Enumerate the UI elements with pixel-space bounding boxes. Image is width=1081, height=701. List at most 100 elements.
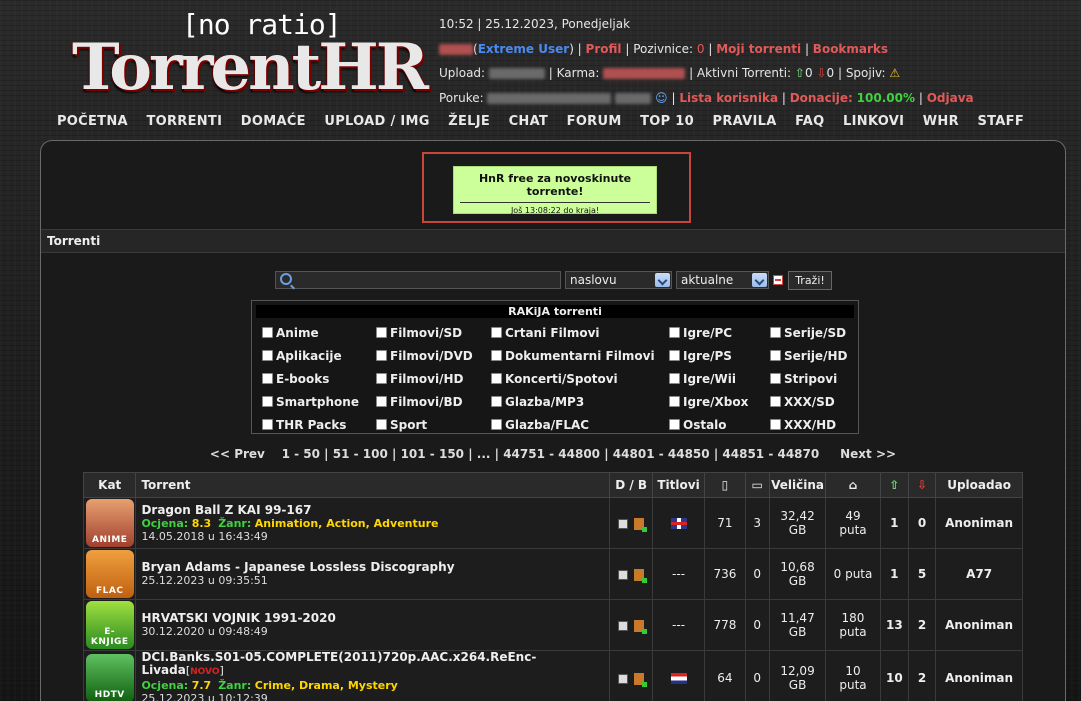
checkbox-icon[interactable] (262, 419, 273, 430)
category-cell[interactable]: FLAC (82, 548, 137, 600)
category-checkbox[interactable]: Dokumentarni Filmovi (491, 349, 655, 363)
nav-zelje[interactable]: ŽELJE (448, 114, 490, 129)
pager-page[interactable]: 44851 - 44870 (722, 447, 819, 461)
category-image[interactable]: ANIME (85, 499, 134, 547)
bookmark-add-icon[interactable] (634, 517, 648, 532)
odjava-link[interactable]: Odjava (927, 91, 974, 105)
category-checkbox[interactable]: Filmovi/DVD (376, 349, 473, 363)
moji-torrenti-link[interactable]: Moji torrenti (716, 42, 801, 56)
category-checkbox[interactable]: Igre/Xbox (669, 395, 748, 409)
category-checkbox[interactable]: THR Packs (262, 418, 346, 432)
category-checkbox[interactable]: Filmovi/HD (376, 372, 464, 386)
uploader[interactable]: A77 (935, 548, 1023, 600)
poruke-redacted-2[interactable] (615, 92, 652, 104)
pager-prev[interactable]: << Prev (210, 447, 265, 461)
category-checkbox[interactable]: Igre/PS (669, 349, 732, 363)
category-cell[interactable]: HDTV (82, 650, 137, 701)
category-checkbox[interactable]: Smartphone (262, 395, 359, 409)
checkbox-icon[interactable] (669, 350, 680, 361)
col-uploadao[interactable]: Uploadao (935, 472, 1023, 498)
site-logo[interactable]: [no ratio] TorrentHR (72, 4, 429, 105)
checkbox-icon[interactable] (669, 327, 680, 338)
files-count[interactable]: 736 (704, 548, 746, 600)
search-field-select[interactable]: naslovu (565, 271, 672, 289)
nav-whr[interactable]: WHR (923, 114, 959, 129)
checkbox-icon[interactable] (491, 350, 502, 361)
col-titlovi[interactable]: Titlovi (651, 472, 706, 498)
nav-chat[interactable]: CHAT (509, 114, 549, 129)
torrent-name-link[interactable]: Dragon Ball Z KAI 99-167 (141, 503, 311, 517)
col-velicina[interactable]: Veličina (768, 472, 827, 498)
category-checkbox[interactable]: Koncerti/Spotovi (491, 372, 618, 386)
files-count[interactable]: 71 (704, 497, 746, 549)
download-icon[interactable] (618, 518, 629, 529)
nav-domace[interactable]: DOMAĆE (241, 114, 306, 129)
col-comments[interactable]: ▭ (744, 472, 770, 498)
nav-pravila[interactable]: PRAVILA (713, 114, 777, 129)
comments-count[interactable]: 0 (744, 548, 770, 600)
category-image[interactable]: E-KNJIGE (85, 601, 134, 649)
category-image[interactable]: HDTV (85, 654, 134, 701)
profil-link[interactable]: Profil (586, 42, 622, 56)
checkbox-icon[interactable] (770, 373, 781, 384)
category-checkbox[interactable]: Filmovi/BD (376, 395, 463, 409)
seeders-count[interactable]: 13 (879, 599, 909, 651)
category-checkbox[interactable]: XXX/SD (770, 395, 835, 409)
files-count[interactable]: 64 (704, 650, 746, 701)
checkbox-icon[interactable] (376, 373, 387, 384)
checkbox-icon[interactable] (770, 419, 781, 430)
nav-faq[interactable]: FAQ (795, 114, 824, 129)
col-torrent[interactable]: Torrent (135, 472, 611, 498)
search-input[interactable] (275, 271, 561, 289)
checkbox-icon[interactable] (376, 419, 387, 430)
karma-redacted[interactable] (603, 68, 686, 79)
pager-page[interactable]: 101 - 150 (401, 447, 464, 461)
category-checkbox[interactable]: Filmovi/SD (376, 326, 462, 340)
checkbox-icon[interactable] (669, 373, 680, 384)
poruke-redacted[interactable] (487, 92, 612, 104)
username-redacted[interactable] (439, 43, 473, 55)
donacije-link[interactable]: Donacije: (790, 91, 853, 105)
category-checkbox[interactable]: XXX/HD (770, 418, 836, 432)
torrent-name-link[interactable]: Bryan Adams - Japanese Lossless Discogra… (141, 560, 454, 574)
leechers-count[interactable]: 2 (907, 599, 937, 651)
category-checkbox[interactable]: Sport (376, 418, 427, 432)
leechers-count[interactable]: 0 (907, 497, 937, 549)
category-cell[interactable]: E-KNJIGE (82, 599, 137, 651)
uploader[interactable]: Anoniman (935, 650, 1023, 701)
category-checkbox[interactable]: E-books (262, 372, 329, 386)
torrent-name-link[interactable]: HRVATSKI VOJNIK 1991-2020 (141, 611, 335, 625)
comments-count[interactable]: 3 (744, 497, 770, 549)
leechers-count[interactable]: 2 (907, 650, 937, 701)
category-checkbox[interactable]: Crtani Filmovi (491, 326, 600, 340)
nav-pocetna[interactable]: POČETNA (57, 114, 128, 129)
pager-page[interactable]: 44751 - 44800 (503, 447, 600, 461)
download-icon[interactable] (618, 569, 629, 580)
seeders-count[interactable]: 1 (879, 497, 909, 549)
pager-page[interactable]: 51 - 100 (333, 447, 388, 461)
col-leechers[interactable]: ⇩ (907, 472, 937, 498)
collapse-categories-icon[interactable] (773, 275, 783, 285)
checkbox-icon[interactable] (491, 419, 502, 430)
bookmark-add-icon[interactable] (634, 672, 648, 687)
category-image[interactable]: FLAC (85, 550, 134, 598)
checkbox-icon[interactable] (376, 396, 387, 407)
col-files[interactable]: ▯ (704, 472, 746, 498)
leechers-count[interactable]: 5 (907, 548, 937, 600)
files-count[interactable]: 778 (704, 599, 746, 651)
col-kat[interactable]: Kat (82, 472, 137, 498)
checkbox-icon[interactable] (376, 327, 387, 338)
nav-torrenti[interactable]: TORRENTI (146, 114, 222, 129)
nav-linkovi[interactable]: LINKOVI (843, 114, 904, 129)
checkbox-icon[interactable] (669, 419, 680, 430)
uploader[interactable]: Anoniman (935, 599, 1023, 651)
pager-next[interactable]: Next >> (840, 447, 896, 461)
comments-count[interactable]: 0 (744, 599, 770, 651)
pozivnice-count[interactable]: 0 (697, 42, 705, 56)
seeders-count[interactable]: 10 (879, 650, 909, 701)
category-checkbox[interactable]: Serije/SD (770, 326, 846, 340)
category-checkbox[interactable]: Igre/Wii (669, 372, 736, 386)
category-checkbox[interactable]: Stripovi (770, 372, 837, 386)
nav-upload-img[interactable]: UPLOAD / IMG (324, 114, 429, 129)
checkbox-icon[interactable] (262, 350, 273, 361)
